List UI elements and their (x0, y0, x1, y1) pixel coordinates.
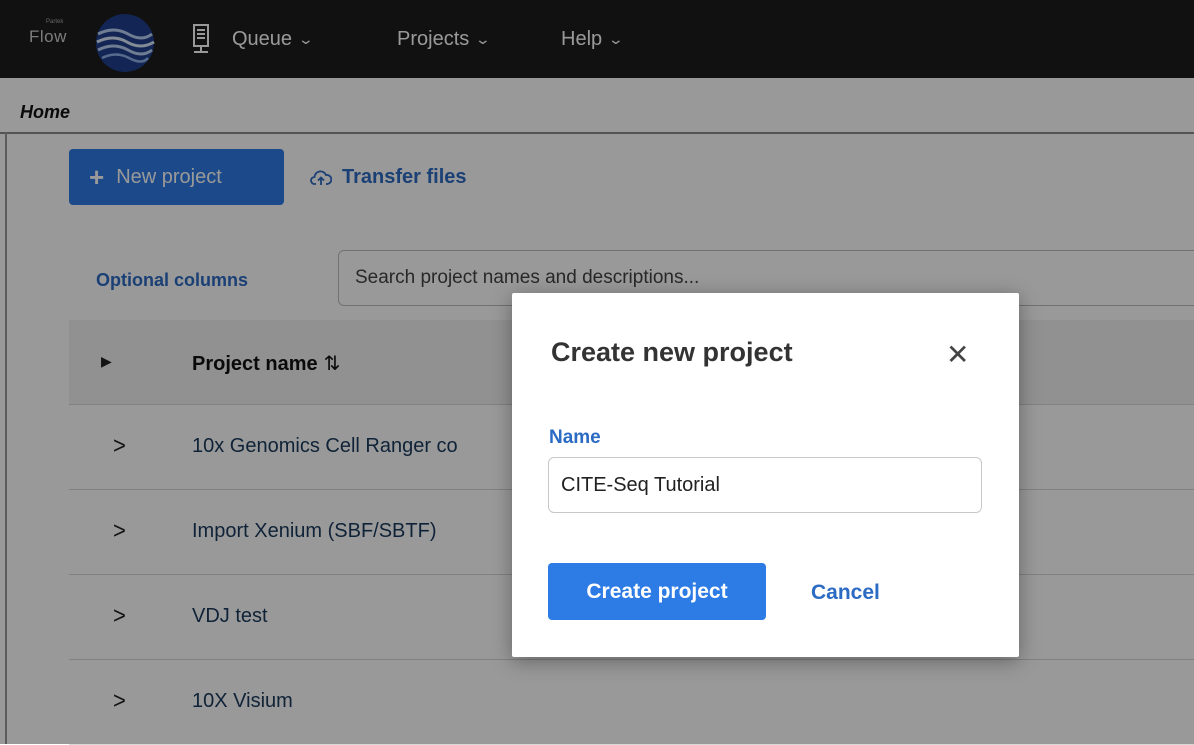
dialog-title: Create new project (551, 337, 793, 367)
name-label: Name (549, 427, 601, 448)
create-project-button[interactable]: Create project (548, 563, 766, 620)
project-name-field[interactable] (548, 457, 982, 513)
close-icon[interactable]: ✕ (946, 341, 969, 369)
cancel-button[interactable]: Cancel (811, 581, 880, 605)
create-project-dialog: Create new project ✕ Name Create project… (512, 293, 1019, 657)
